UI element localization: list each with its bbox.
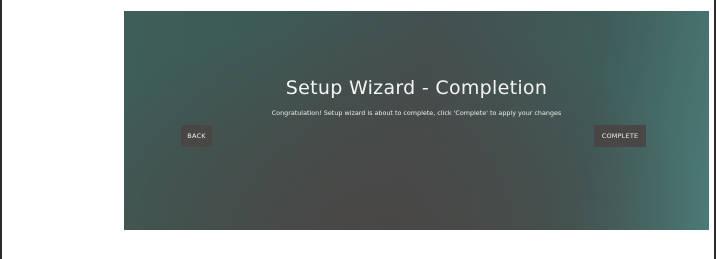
- wizard-title: Setup Wizard - Completion: [285, 77, 548, 99]
- wizard-message: Congratulation! Setup wizard is about to…: [271, 109, 562, 117]
- complete-button[interactable]: COMPLETE: [594, 125, 646, 147]
- page-left-border: [0, 0, 2, 259]
- wizard-panel: Setup Wizard - Completion Congratulation…: [124, 11, 709, 230]
- back-button[interactable]: BACK: [181, 125, 212, 147]
